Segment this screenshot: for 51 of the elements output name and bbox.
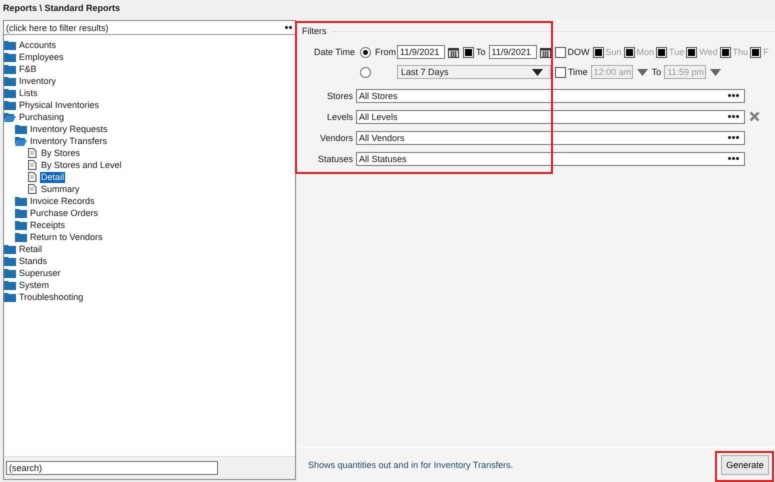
tree-item[interactable]: Inventory bbox=[18, 76, 58, 86]
field-label: Statuses bbox=[316, 152, 353, 164]
field-label: To bbox=[476, 46, 486, 58]
tree-item[interactable]: F&B bbox=[18, 64, 38, 74]
tree-item[interactable]: Superuser bbox=[18, 268, 62, 278]
day-label: F bbox=[763, 46, 769, 58]
field-label: Date Time bbox=[314, 46, 354, 58]
tree-item[interactable]: Inventory Requests bbox=[29, 124, 109, 134]
breadcrumb-title: Reports \ Standard Reports bbox=[3, 2, 120, 14]
field-label: DOW bbox=[568, 46, 590, 58]
selector-field[interactable]: All Levels bbox=[356, 110, 745, 124]
generate-button[interactable]: Generate bbox=[721, 455, 769, 475]
field-label: Time bbox=[568, 66, 588, 78]
filter-field[interactable]: (click here to filter results) bbox=[4, 21, 295, 35]
tree-item[interactable]: Retail bbox=[18, 244, 44, 254]
preset-dropdown[interactable]: Last 7 Days bbox=[397, 65, 551, 79]
tree-item[interactable]: Troubleshooting bbox=[18, 292, 84, 302]
tree-item[interactable]: Return to Vendors bbox=[29, 232, 104, 242]
tree-item[interactable]: Inventory Transfers bbox=[29, 136, 108, 146]
day-label: Tue bbox=[669, 46, 684, 58]
field-label: Stores bbox=[326, 90, 353, 102]
day-label: Thu bbox=[732, 46, 748, 58]
selector-field[interactable]: All Statuses bbox=[356, 152, 745, 166]
tree-item[interactable]: By Stores bbox=[40, 148, 82, 158]
field-label: To bbox=[652, 66, 662, 78]
search-field[interactable]: (search) bbox=[6, 461, 218, 475]
report-description: Shows quantities out and in for Inventory Transfers. bbox=[308, 459, 514, 471]
day-label: Wed bbox=[699, 46, 718, 58]
day-label: Mon bbox=[636, 46, 654, 58]
tree-item[interactable]: System bbox=[18, 280, 50, 290]
field-label: Levels bbox=[326, 110, 353, 122]
tree-item[interactable]: Stands bbox=[18, 256, 48, 266]
tree-item[interactable]: Purchasing bbox=[18, 112, 66, 122]
date-field[interactable]: 11/9/2021 bbox=[488, 45, 537, 59]
tree-item[interactable]: Physical Inventories bbox=[18, 100, 100, 110]
tree-item[interactable]: By Stores and Level bbox=[40, 160, 123, 170]
field-label: Vendors bbox=[318, 132, 353, 144]
tree-item[interactable]: Purchase Orders bbox=[29, 208, 100, 218]
date-field[interactable]: 11/9/2021 bbox=[397, 45, 445, 59]
tree-item[interactable]: Lists bbox=[18, 88, 39, 98]
day-label: Sun bbox=[606, 46, 622, 58]
tree-item[interactable]: Detail bbox=[40, 172, 66, 182]
tree-item[interactable]: Employees bbox=[18, 52, 65, 62]
selector-field[interactable]: All Vendors bbox=[356, 130, 745, 144]
tree-item[interactable]: Summary bbox=[40, 184, 81, 194]
tree-item[interactable]: Accounts bbox=[18, 40, 58, 50]
field-label: From bbox=[375, 46, 395, 58]
group-title: Filters bbox=[301, 25, 328, 37]
tree-item[interactable]: Invoice Records bbox=[29, 196, 96, 206]
selector-field[interactable]: All Stores bbox=[356, 88, 745, 102]
tree-item[interactable]: Receipts bbox=[29, 220, 66, 230]
